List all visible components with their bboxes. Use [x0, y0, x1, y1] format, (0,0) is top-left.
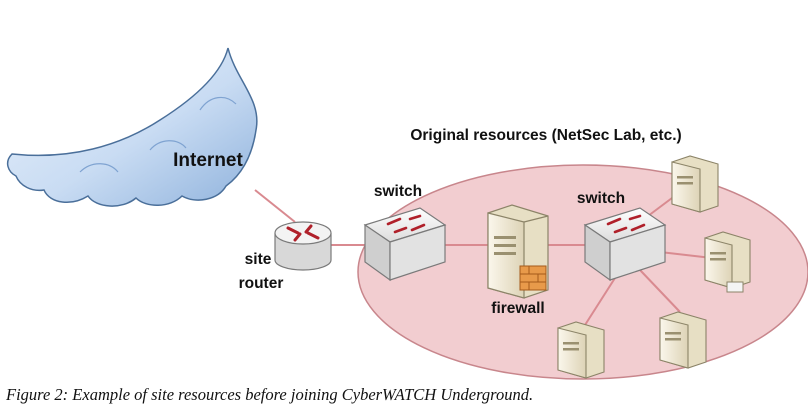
region-label: Original resources (NetSec Lab, etc.): [410, 127, 681, 144]
server-icon: [557, 321, 605, 379]
figure-caption: Figure 2: Example of site resources befo…: [6, 385, 534, 404]
server-bottom-left: [557, 321, 605, 379]
site-router: site router: [239, 221, 332, 292]
router-label-line1: site: [245, 251, 272, 268]
router-label-line2: router: [239, 275, 284, 292]
server-icon: [671, 155, 719, 213]
firewall-server-icon: [487, 204, 549, 299]
switch-right-label: switch: [577, 190, 625, 207]
firewall: firewall: [487, 204, 549, 317]
firewall-label: firewall: [491, 300, 544, 317]
cloud-icon: [6, 47, 258, 207]
internet-label: Internet: [173, 150, 243, 171]
switch-left-label: switch: [374, 183, 422, 200]
server-icon: [659, 311, 707, 369]
server-bottom-right: [659, 311, 707, 369]
internet-cloud: Internet: [6, 47, 258, 207]
network-diagram: Original resources (NetSec Lab, etc.) In…: [6, 47, 808, 380]
link-internet-router: [254, 189, 296, 223]
server-top: [671, 155, 719, 213]
router-icon: [274, 221, 332, 271]
